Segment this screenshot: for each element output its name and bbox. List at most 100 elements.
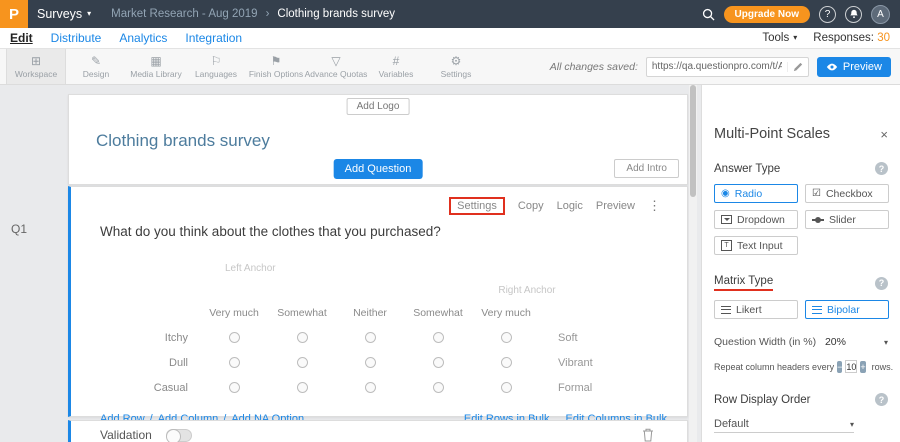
matrix-radio[interactable] — [229, 332, 240, 343]
validation-toggle[interactable] — [166, 429, 192, 442]
vertical-scrollbar[interactable] — [689, 85, 697, 442]
tools-menu[interactable]: Tools ▾ — [762, 32, 797, 44]
answer-type-row: Answer Type ? — [714, 162, 888, 175]
matrix-radio[interactable] — [297, 332, 308, 343]
question-settings-button[interactable]: Settings — [449, 197, 505, 215]
survey-title[interactable]: Clothing brands survey — [96, 131, 270, 151]
likert-icon — [721, 306, 731, 314]
row-display-order-label: Row Display Order — [714, 394, 811, 406]
edit-url-pencil-icon[interactable] — [787, 62, 808, 72]
topbar: P Surveys ▾ Market Research - Aug 2019 ›… — [0, 0, 900, 28]
left-anchor-label: Left Anchor — [200, 257, 336, 279]
kebab-menu-icon[interactable]: ⋮ — [648, 198, 661, 214]
media-image-icon: ▦ — [150, 55, 161, 67]
matrix-row-label[interactable]: Casual — [100, 375, 200, 400]
chevron-down-icon: ▾ — [850, 420, 854, 429]
matrix-radio[interactable] — [433, 382, 444, 393]
tab-distribute[interactable]: Distribute — [51, 31, 102, 45]
close-icon[interactable]: × — [880, 127, 888, 142]
answer-type-slider[interactable]: Slider — [805, 210, 889, 229]
matrix-radio[interactable] — [297, 382, 308, 393]
surveys-menu[interactable]: Surveys ▾ — [37, 7, 91, 21]
matrix-column-header[interactable]: Very much — [200, 301, 268, 325]
question-width-value[interactable]: 20% — [825, 336, 846, 348]
toolbar-item-variables[interactable]: # Variables — [366, 49, 426, 84]
tab-integration[interactable]: Integration — [185, 31, 242, 45]
matrix-radio[interactable] — [365, 382, 376, 393]
app-logo[interactable]: P — [0, 0, 28, 28]
matrix-radio[interactable] — [229, 357, 240, 368]
add-intro-button[interactable]: Add Intro — [614, 159, 679, 178]
question-copy-button[interactable]: Copy — [518, 200, 544, 212]
question-text[interactable]: What do you think about the clothes that… — [100, 224, 687, 239]
toolbar-item-media-library[interactable]: ▦ Media Library — [126, 49, 186, 84]
question-preview-button[interactable]: Preview — [596, 200, 635, 212]
matrix-radio[interactable] — [501, 357, 512, 368]
matrix-radio[interactable] — [297, 357, 308, 368]
question-logic-button[interactable]: Logic — [557, 200, 583, 212]
toolbar-item-advance-quotas[interactable]: ▽ Advance Quotas — [306, 49, 366, 84]
add-question-button[interactable]: Add Question — [334, 159, 423, 179]
stepper-plus-button[interactable]: + — [860, 361, 865, 373]
notifications-bell-icon[interactable] — [845, 6, 862, 23]
question-card: Settings Copy Logic Preview ⋮ What do yo… — [68, 186, 688, 417]
chevron-down-icon: ▾ — [87, 10, 91, 18]
toolbar-item-settings[interactable]: ⚙ Settings — [426, 49, 486, 84]
matrix-radio[interactable] — [433, 357, 444, 368]
chevron-down-icon[interactable]: ▾ — [884, 338, 888, 347]
matrix-row-label[interactable]: Itchy — [100, 325, 200, 350]
matrix-row-label-right[interactable]: Soft — [540, 325, 650, 350]
toolbar-item-finish-options[interactable]: ⚑ Finish Options — [246, 49, 306, 84]
toolbar-item-design[interactable]: ✎ Design — [66, 49, 126, 84]
toolbar-item-workspace[interactable]: ⊞ Workspace — [6, 49, 66, 84]
help-question-icon[interactable]: ? — [875, 393, 888, 406]
matrix-type-likert[interactable]: Likert — [714, 300, 798, 319]
matrix-column-header[interactable]: Very much — [472, 301, 540, 325]
workspace-grid-icon: ⊞ — [31, 55, 41, 67]
matrix-radio[interactable] — [501, 382, 512, 393]
scrollbar-thumb[interactable] — [690, 85, 696, 197]
responses-link[interactable]: Responses: 30 — [813, 32, 890, 44]
matrix-radio[interactable] — [365, 332, 376, 343]
preview-button[interactable]: Preview — [817, 57, 891, 77]
page: P Surveys ▾ Market Research - Aug 2019 ›… — [0, 0, 900, 442]
matrix-column-header[interactable]: Neither — [336, 301, 404, 325]
radio-icon: ◉ — [721, 189, 730, 199]
validation-label: Validation — [100, 428, 152, 442]
matrix-radio[interactable] — [501, 332, 512, 343]
row-display-order-row: Row Display Order ? — [714, 393, 888, 406]
tab-edit[interactable]: Edit — [10, 31, 33, 45]
help-question-icon[interactable]: ? — [875, 162, 888, 175]
answer-type-radio[interactable]: ◉ Radio — [714, 184, 798, 203]
share-url-input[interactable] — [647, 61, 787, 72]
row-display-order-select[interactable]: Default ▾ — [714, 416, 854, 433]
stepper-value[interactable]: 10 — [845, 360, 857, 373]
matrix-radio[interactable] — [433, 332, 444, 343]
help-icon[interactable]: ? — [819, 6, 836, 23]
answer-type-text-input[interactable]: Text Input — [714, 236, 798, 255]
user-avatar[interactable]: A — [871, 5, 890, 24]
answer-type-dropdown[interactable]: Dropdown — [714, 210, 798, 229]
panel-header: Multi-Point Scales × — [714, 126, 888, 142]
delete-question-trash-icon[interactable] — [642, 428, 654, 442]
matrix-row-label-right[interactable]: Formal — [540, 375, 650, 400]
matrix-radio[interactable] — [365, 357, 376, 368]
search-icon[interactable] — [702, 8, 715, 21]
chevron-down-icon: ▾ — [793, 34, 797, 42]
answer-type-checkbox[interactable]: ☑ Checkbox — [805, 184, 889, 203]
upgrade-now-button[interactable]: Upgrade Now — [724, 6, 810, 23]
stepper-minus-button[interactable]: − — [837, 361, 842, 373]
survey-header-card: Add Logo Clothing brands survey Add Ques… — [68, 94, 688, 185]
add-logo-button[interactable]: Add Logo — [347, 98, 410, 115]
toolbar-item-languages[interactable]: ⚐ Languages — [186, 49, 246, 84]
matrix-column-header[interactable]: Somewhat — [404, 301, 472, 325]
breadcrumb-parent[interactable]: Market Research - Aug 2019 — [111, 8, 257, 20]
matrix-type-bipolar[interactable]: Bipolar — [805, 300, 889, 319]
matrix-row-label[interactable]: Dull — [100, 350, 200, 375]
help-question-icon[interactable]: ? — [875, 277, 888, 290]
breadcrumb: Market Research - Aug 2019 › Clothing br… — [111, 8, 395, 20]
tab-analytics[interactable]: Analytics — [119, 31, 167, 45]
matrix-radio[interactable] — [229, 382, 240, 393]
matrix-column-header[interactable]: Somewhat — [268, 301, 336, 325]
matrix-row-label-right[interactable]: Vibrant — [540, 350, 650, 375]
